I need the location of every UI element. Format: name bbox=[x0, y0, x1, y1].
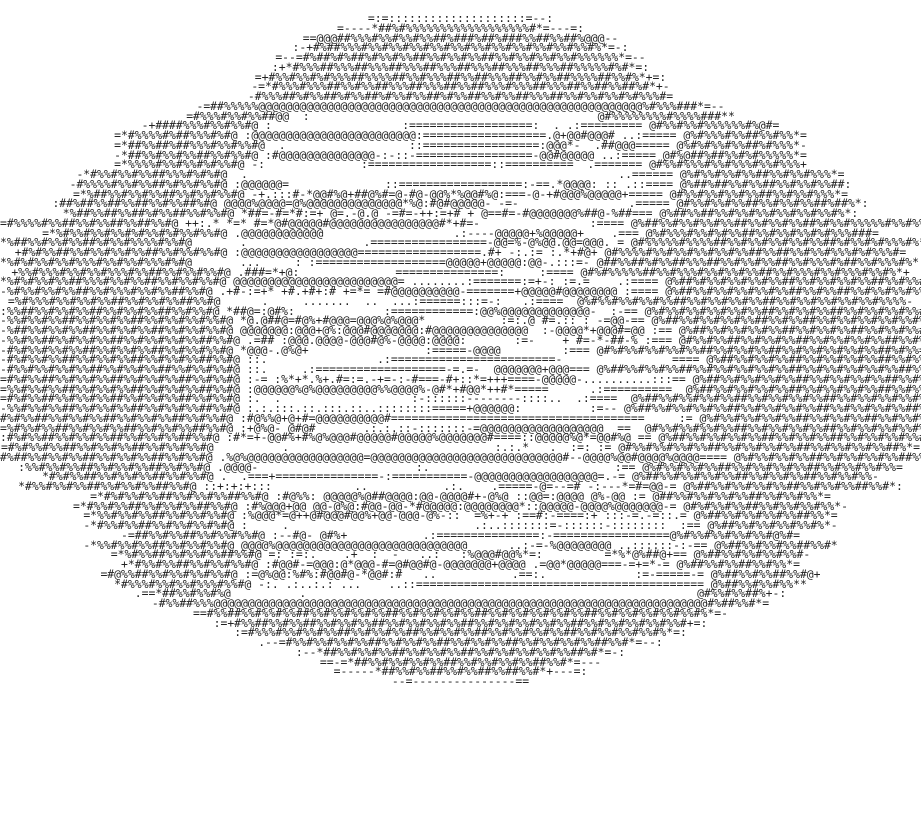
ascii-art-canvas: =:=::::::::::::::::::::=--: =----*##%#%%… bbox=[0, 0, 921, 840]
ascii-art-text: =:=::::::::::::::::::::=--: =----*##%#%%… bbox=[0, 11, 921, 688]
